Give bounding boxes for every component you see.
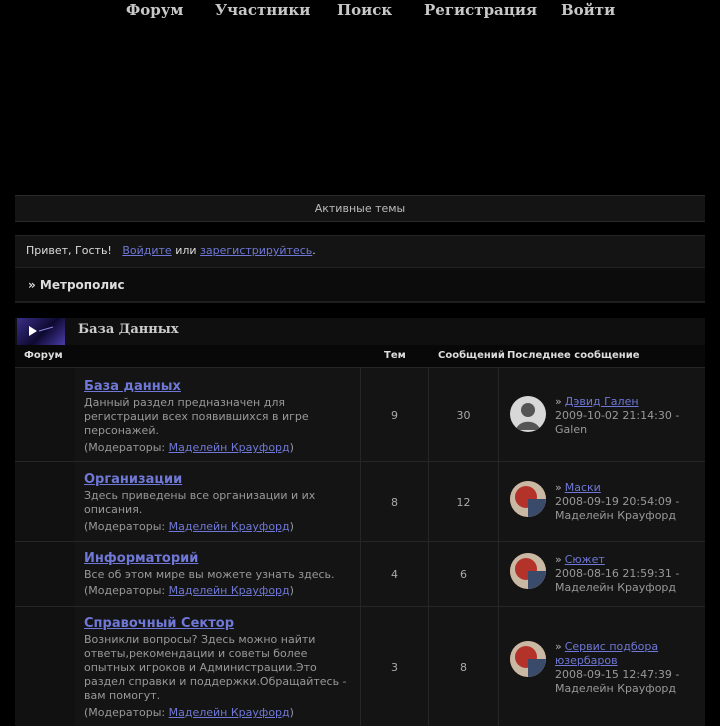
forum-description: Данный раздел предназначен для регистрац… <box>84 396 309 437</box>
forum-icon <box>15 368 75 461</box>
forum-moderators: (Модераторы: Маделейн Крауфорд) <box>84 520 294 533</box>
breadcrumb-metropolis[interactable]: » Метрополис <box>28 278 125 292</box>
table-header: Форум Тем Сообщений Последнее сообщение <box>15 345 705 367</box>
moderator-link[interactable]: Маделейн Крауфорд <box>169 584 290 597</box>
forum-icon <box>15 462 75 541</box>
forum-moderators: (Модераторы: Маделейн Крауфорд) <box>84 706 294 719</box>
last-post-author: Маделейн Крауфорд <box>555 509 677 522</box>
greeting-text: Привет, Гость! <box>26 244 112 257</box>
category-header: База Данных <box>15 318 705 345</box>
forum-row: Информаторий Все об этом мире вы можете … <box>15 541 705 606</box>
category-title[interactable]: База Данных <box>78 322 179 337</box>
forum-row: Справочный Сектор Возникли вопросы? Здес… <box>15 606 705 726</box>
last-post-author: Маделейн Крауфорд <box>555 682 677 695</box>
last-post-arrow-icon: » <box>555 481 562 494</box>
last-post-link[interactable]: Сервис подбора юзербаров <box>555 640 658 667</box>
breadcrumb: » Метрополис <box>15 267 705 303</box>
forum-description: Возникли вопросы? Здесь можно найти отве… <box>84 633 347 702</box>
topics-count: 4 <box>391 568 398 581</box>
nav-search[interactable]: Поиск <box>337 1 392 19</box>
forum-icon <box>15 607 75 726</box>
last-post-arrow-icon: » <box>555 640 562 653</box>
forum-moderators: (Модераторы: Маделейн Крауфорд) <box>84 584 294 597</box>
guest-greeting: Привет, Гость! Войдите или зарегистрируй… <box>15 235 705 267</box>
last-post-info: » Сервис подбора юзербаров 2008-09-15 12:… <box>555 640 695 696</box>
user-avatar <box>510 481 546 517</box>
last-post-date: 2008-09-15 12:47:39 - <box>555 668 680 681</box>
forum-row: База данных Данный раздел предназначен д… <box>15 367 705 461</box>
posts-count: 12 <box>456 496 471 509</box>
register-link[interactable]: зарегистрируйтесь <box>200 244 312 257</box>
forum-row: Организации Здесь приведены все организа… <box>15 461 705 541</box>
last-post-date: 2008-09-19 20:54:09 - <box>555 495 680 508</box>
last-post-link[interactable]: Маски <box>565 481 601 494</box>
greeting-end: . <box>312 244 316 257</box>
forum-title-link[interactable]: База данных <box>84 379 181 394</box>
forum-description: Здесь приведены все организации и их опи… <box>84 489 316 516</box>
last-post-info: » Маски 2008-09-19 20:54:09 - Маделейн Кр… <box>555 481 695 523</box>
greeting-or: или <box>175 244 197 257</box>
default-avatar-icon <box>510 396 546 432</box>
forum-title-link[interactable]: Справочный Сектор <box>84 616 234 631</box>
nav-register[interactable]: Регистрация <box>424 1 537 19</box>
user-avatar <box>510 641 546 677</box>
login-link[interactable]: Войдите <box>122 244 171 257</box>
col-forum: Форум <box>24 350 63 361</box>
posts-count: 8 <box>460 661 467 674</box>
posts-count: 6 <box>460 568 467 581</box>
top-navigation: Форум Участники Поиск Регистрация Войти <box>0 0 720 22</box>
forum-moderators: (Модераторы: Маделейн Крауфорд) <box>84 441 294 454</box>
user-avatar <box>510 553 546 589</box>
topics-count: 9 <box>391 409 398 422</box>
last-post-arrow-icon: » <box>555 553 562 566</box>
category-icon <box>17 318 65 345</box>
posts-count: 30 <box>456 409 471 422</box>
col-topics: Тем <box>384 350 406 361</box>
nav-login[interactable]: Войти <box>561 1 615 19</box>
last-post-arrow-icon: » <box>555 395 562 408</box>
topics-count: 3 <box>391 661 398 674</box>
moderator-link[interactable]: Маделейн Крауфорд <box>169 441 290 454</box>
forum-icon <box>15 542 75 606</box>
last-post-info: » Дэвид Гален 2009-10-02 21:14:30 - Galen <box>555 395 695 437</box>
forum-description: Все об этом мире вы можете узнать здесь. <box>84 568 335 581</box>
col-posts: Сообщений <box>438 350 505 361</box>
forum-title-link[interactable]: Организации <box>84 472 182 487</box>
last-post-author: Маделейн Крауфорд <box>555 581 677 594</box>
moderator-link[interactable]: Маделейн Крауфорд <box>169 706 290 719</box>
last-post-link[interactable]: Сюжет <box>565 553 605 566</box>
forum-title-link[interactable]: Информаторий <box>84 551 198 566</box>
moderator-link[interactable]: Маделейн Крауфорд <box>169 520 290 533</box>
arrow-icon <box>29 326 54 336</box>
topics-count: 8 <box>391 496 398 509</box>
last-post-author: Galen <box>555 423 588 436</box>
active-topics-link[interactable]: Активные темы <box>15 195 705 222</box>
last-post-info: » Сюжет 2008-08-16 21:59:31 - Маделейн Кр… <box>555 553 695 595</box>
last-post-date: 2008-08-16 21:59:31 - <box>555 567 680 580</box>
last-post-link[interactable]: Дэвид Гален <box>565 395 639 408</box>
nav-forum[interactable]: Форум <box>126 1 183 19</box>
last-post-date: 2009-10-02 21:14:30 - <box>555 409 680 422</box>
col-last-post: Последнее сообщение <box>507 350 640 361</box>
nav-members[interactable]: Участники <box>215 1 310 19</box>
